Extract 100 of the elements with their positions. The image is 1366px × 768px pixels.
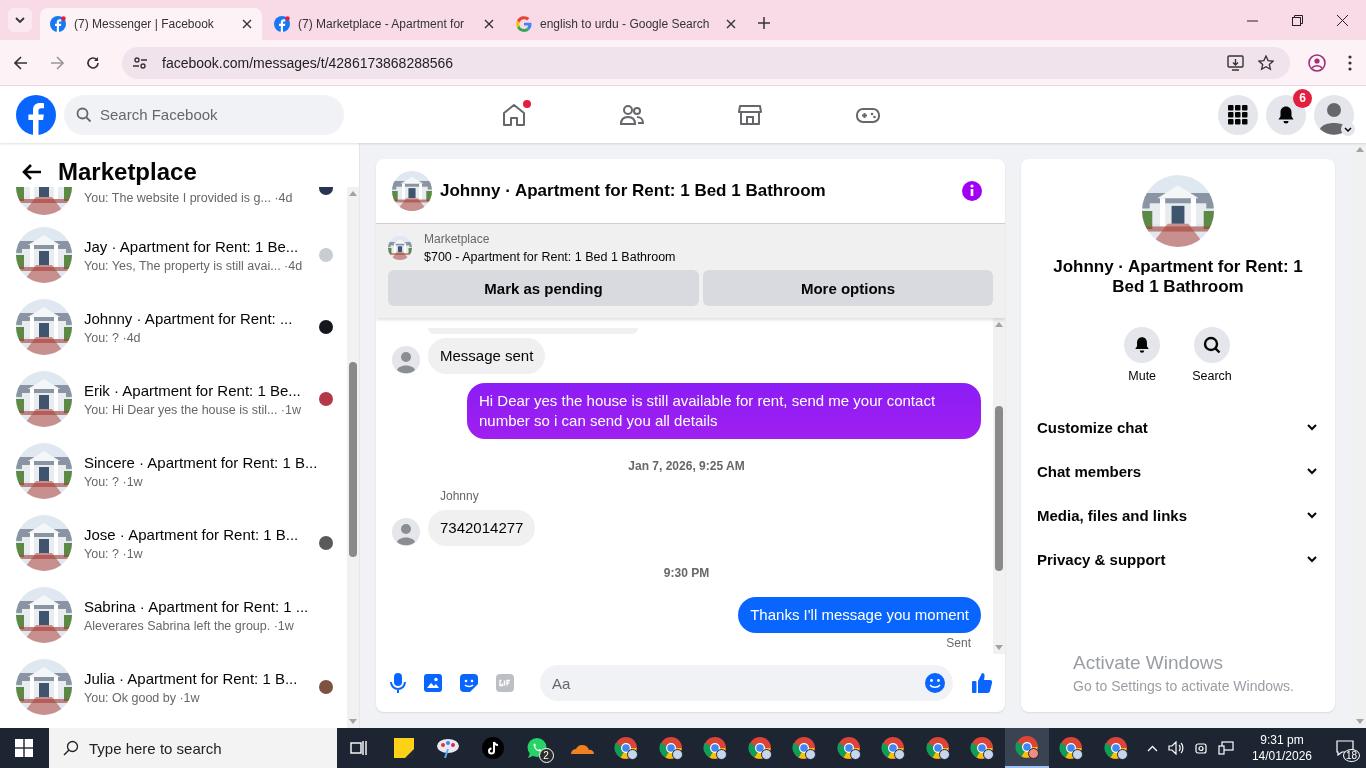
site-settings-icon[interactable] — [132, 54, 148, 71]
conversation-title: Sincere · Apartment for Rent: 1 B... — [84, 453, 319, 471]
browser-tab[interactable]: english to urdu - Google Search — [506, 8, 746, 40]
thumbs-up-icon[interactable] — [971, 672, 993, 694]
bell-icon — [1276, 104, 1296, 125]
conversation-item[interactable]: Sincere · Apartment for Rent: 1 B... You: ? ·1w — [16, 435, 347, 507]
address-field[interactable]: facebook.com/messages/t/4286173868288566 — [122, 46, 1290, 79]
conversation-title: Jose · Apartment for Rent: 1 B... — [84, 525, 300, 543]
close-icon[interactable] — [726, 19, 736, 29]
mute-button[interactable] — [1124, 327, 1161, 363]
chrome-icon[interactable] — [836, 736, 861, 760]
settings-section[interactable]: Chat members — [1037, 449, 1319, 493]
chevron-down-icon — [1307, 511, 1317, 519]
windows-icon[interactable] — [15, 739, 33, 757]
browser-tab[interactable]: (7) Marketplace - Apartment for — [264, 8, 504, 40]
conversation-preview: You: ? ·1w — [84, 474, 144, 489]
chat-title: Johnny · Apartment for Rent: 1 Bed 1 Bathroom — [440, 181, 826, 201]
menu-icon[interactable] — [1348, 54, 1352, 71]
restore-icon[interactable] — [1292, 15, 1303, 26]
close-icon[interactable] — [484, 19, 494, 29]
chrome-icon[interactable] — [1014, 735, 1039, 759]
notification-center-button[interactable]: 18 — [1330, 728, 1360, 768]
chrome-icon[interactable] — [658, 736, 683, 760]
back-arrow-icon[interactable] — [14, 55, 28, 70]
camera-icon[interactable] — [1193, 741, 1208, 755]
taskbar-search-field[interactable]: Type here to search — [49, 728, 337, 768]
scrollbar[interactable] — [993, 318, 1005, 654]
scrollbar[interactable] — [347, 187, 359, 728]
conversation-preview: Aleverares Sabrina left the group. ·1w — [84, 618, 295, 633]
tab-title: english to urdu - Google Search — [540, 17, 711, 31]
search-field[interactable]: Search Facebook — [64, 94, 344, 135]
tab-search-button[interactable] — [8, 8, 32, 32]
image-icon[interactable] — [424, 674, 442, 692]
conversation-item[interactable]: Johnny · Apartment for Rent: ... You: ? ·4d — [16, 291, 347, 363]
conversation-item[interactable]: Erik · Apartment for Rent: 1 Be... You: Hi Dear yes the house is stil... ·1w — [16, 363, 347, 435]
caret-icon — [15, 17, 25, 23]
chrome-icon[interactable] — [1059, 736, 1084, 760]
person-icon — [392, 346, 420, 374]
facebook-logo-icon[interactable] — [16, 94, 56, 135]
microphone-icon[interactable] — [390, 673, 406, 693]
settings-section[interactable]: Media, files and links — [1037, 493, 1319, 537]
message-field[interactable]: Aa — [540, 665, 953, 701]
search-icon — [76, 106, 92, 123]
palette-icon — [436, 737, 461, 759]
browser-tab[interactable]: (7) Messenger | Facebook — [40, 8, 262, 40]
smiley-icon[interactable] — [924, 672, 946, 694]
grid-icon — [1228, 104, 1248, 125]
close-icon[interactable] — [1337, 15, 1348, 26]
chrome-icon[interactable] — [614, 736, 639, 760]
star-icon[interactable] — [1258, 54, 1274, 71]
listing-label: Marketplace — [424, 232, 491, 246]
settings-section[interactable]: Privacy & support — [1037, 537, 1319, 581]
notification-count: 6 — [1293, 88, 1312, 108]
activation-title: Activate Windows — [1073, 652, 1224, 674]
conversation-item[interactable]: Sabrina · Apartment for Rent: 1 ... Aleverares Sabrina left the group. ·1w — [16, 579, 347, 651]
task-view-icon — [350, 740, 369, 756]
back-arrow-icon[interactable] — [22, 163, 42, 181]
install-icon[interactable] — [1227, 54, 1244, 71]
conversation-item[interactable]: Jose · Apartment for Rent: 1 B... You: ? ·1w — [16, 507, 347, 579]
speaker-icon[interactable] — [1167, 741, 1184, 755]
network-icon[interactable] — [1217, 741, 1234, 755]
chrome-icon[interactable] — [1103, 736, 1128, 760]
chevron-up-icon[interactable] — [1146, 744, 1158, 752]
person-icon — [392, 518, 420, 546]
chrome-icon[interactable] — [925, 736, 950, 760]
taskbar-app[interactable]: 2 — [515, 728, 560, 768]
listing-title: $700 - Apartment for Rent: 1 Bed 1 Bathroom — [424, 250, 676, 264]
sticker-icon[interactable] — [460, 674, 478, 692]
timestamp: 9:30 PM — [663, 566, 710, 580]
chrome-icon[interactable] — [970, 736, 995, 760]
conversation-item[interactable]: Julia · Apartment for Rent: 1 B... You: Ok good by ·1w — [16, 651, 347, 723]
chrome-icon[interactable] — [792, 736, 817, 760]
chevron-down-icon — [1307, 467, 1317, 475]
new-tab-icon[interactable] — [758, 17, 770, 29]
menu-button[interactable] — [1218, 94, 1258, 135]
info-icon[interactable] — [961, 180, 983, 202]
scrollbar[interactable] — [1354, 143, 1366, 728]
listing-button[interactable]: More options — [702, 270, 993, 306]
reload-icon[interactable] — [86, 55, 100, 70]
profile-icon[interactable] — [1308, 53, 1326, 72]
conversation-preview: You: ? ·4d — [84, 330, 142, 345]
chrome-icon[interactable] — [747, 736, 772, 760]
notifications-button[interactable] — [1266, 94, 1306, 135]
action-label: Search — [1192, 369, 1232, 383]
conversation-preview: You: Ok good by ·1w — [84, 690, 201, 705]
clock-time: 9:31 pm — [1260, 732, 1304, 748]
search-button[interactable] — [1194, 327, 1230, 363]
chrome-icon[interactable] — [703, 736, 728, 760]
close-icon[interactable] — [242, 19, 252, 29]
listing-button[interactable]: Mark as pending — [388, 270, 699, 306]
conversation-item[interactable]: You: The website I provided is g... ·4d — [16, 187, 347, 219]
message-bubble: Thanks I'll message you moment — [738, 597, 981, 633]
conversation-item[interactable]: Jay · Apartment for Rent: 1 Be... You: Yes, The property is still avai... ·4d — [16, 219, 347, 291]
facebook-icon — [274, 16, 290, 32]
chrome-icon[interactable] — [881, 736, 906, 760]
taskbar-app[interactable] — [1004, 728, 1049, 768]
account-button[interactable] — [1314, 94, 1354, 135]
forward-arrow-icon[interactable] — [50, 55, 64, 70]
settings-section[interactable]: Customize chat — [1037, 405, 1319, 449]
conversation-title: Julia · Apartment for Rent: 1 B... — [84, 669, 299, 687]
